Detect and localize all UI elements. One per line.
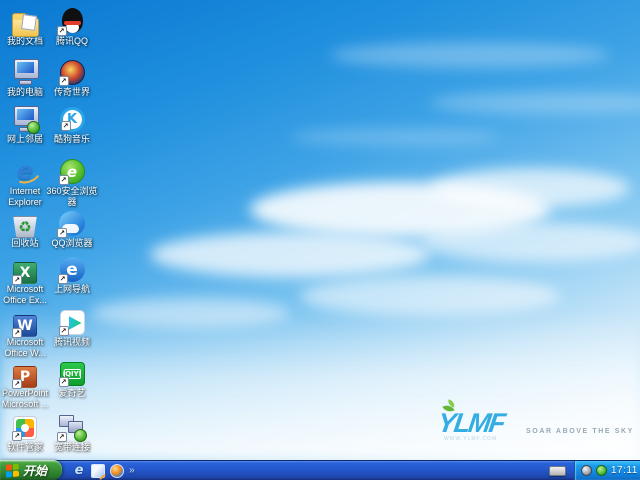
desktop-icon-office-excel[interactable]: X Microsoft Office Ex... [0,254,50,306]
icon-label: 上网导航 [44,284,100,295]
cloud-wisp [290,128,500,146]
qq-penguin-icon [59,8,86,34]
desktop-icon-tencent-qq[interactable]: 腾讯QQ [47,6,97,47]
quick-launch-bar: e » [62,461,141,480]
shortcut-arrow-icon [57,26,67,36]
cloud-wisp [430,92,640,114]
icon-label: 酷狗音乐 [44,134,100,145]
desktop-icon-internet-explorer[interactable]: e Internet Explorer [0,156,50,208]
broadband-connection-icon [59,414,86,440]
iqiyi-icon: iQIYI [60,362,85,386]
quick-launch-media-player-icon[interactable] [110,464,124,478]
shortcut-arrow-icon [57,228,67,238]
quick-launch-overflow-chevron[interactable]: » [129,461,135,480]
web-navigation-icon: e [60,257,85,282]
desktop-icon-kugou-music[interactable]: K 酷狗音乐 [47,104,97,145]
cloud [420,222,640,262]
legend-world-game-icon [60,60,85,85]
desktop-icon-legend-world[interactable]: 传奇世界 [47,57,97,98]
start-button-label: 开始 [23,462,47,479]
windows-flag-icon [6,463,19,477]
word-icon: W [13,315,37,337]
tencent-video-icon [60,310,85,335]
language-bar-icon[interactable] [549,466,566,476]
software-manager-icon [13,416,37,440]
icon-label: QQ浏览器 [44,238,100,249]
taskbar-clock[interactable]: 17:11 [611,465,638,476]
shortcut-arrow-icon [12,379,22,389]
icon-label: 360安全浏览 器 [44,186,100,208]
shortcut-arrow-icon [59,326,69,336]
icon-label: 腾讯视频 [44,337,100,348]
shortcut-arrow-icon [61,121,71,131]
quick-launch-internet-explorer-icon[interactable]: e [72,464,86,478]
desktop-icon-web-navigation[interactable]: e 上网导航 [47,254,97,295]
shortcut-arrow-icon [59,175,69,185]
taskbar: 开始 e » 17:11 [0,460,640,480]
my-documents-icon [12,17,39,37]
desktop-icon-iqiyi[interactable]: iQIYI 爱奇艺 [47,358,97,399]
start-button[interactable]: 开始 [0,460,62,480]
network-places-icon [12,106,39,132]
powerpoint-icon: P [13,366,37,388]
desktop-icon-network-places[interactable]: 网上邻居 [0,104,50,145]
desktop-icon-broadband-connection[interactable]: 宽带连接 [47,412,97,453]
internet-explorer-icon: e [12,158,39,184]
desktop-icon-qq-browser[interactable]: QQ浏览器 [47,208,97,249]
shortcut-arrow-icon [12,275,22,285]
desktop-icon-my-computer[interactable]: 我的电脑 [0,57,50,98]
desktop-icon-tencent-video[interactable]: 腾讯视频 [47,307,97,348]
taskbar-empty-area[interactable] [141,461,549,480]
shortcut-arrow-icon [57,432,67,442]
cloud [150,232,430,277]
system-tray: 17:11 [574,461,640,480]
icon-label: 宽带连接 [44,442,100,453]
tray-icon-1[interactable] [581,465,592,476]
ylmf-wallpaper-logo: YLMF WWW.YLMF.COM SOAR ABOVE THE SKY [438,408,618,450]
icon-label: 腾讯QQ [44,36,100,47]
quick-launch-show-desktop-icon[interactable] [91,464,105,478]
desktop-icon-recycle-bin[interactable]: ♻ 回收站 [0,208,50,249]
icon-label: 传奇世界 [44,87,100,98]
desktop-icon-my-documents[interactable]: 我的文档 [0,6,50,47]
shortcut-arrow-icon [59,76,69,86]
excel-icon: X [13,262,37,284]
shortcut-arrow-icon [59,377,69,387]
desktop-icon-office-powerpoint[interactable]: P PowerPoint Microsoft ... [0,358,50,410]
recycle-bin-icon: ♻ [12,216,39,238]
brand-tagline: SOAR ABOVE THE SKY [526,428,634,435]
kugou-music-icon: K [60,107,85,132]
desktop[interactable]: 我的文档 我的电脑 网上邻居 e Internet Explorer ♻ 回收站… [0,0,640,460]
cloud [430,168,630,208]
brand-text: YLMF [436,408,506,439]
shortcut-arrow-icon [12,431,22,441]
shortcut-arrow-icon [58,274,68,284]
cloud-wisp [330,42,610,68]
icon-label: 爱奇艺 [44,388,100,399]
desktop-icon-software-manager[interactable]: 软件管家 [0,412,50,453]
shortcut-arrow-icon [12,328,22,338]
qq-browser-icon [59,211,85,236]
360-browser-icon: e [60,159,85,184]
desktop-icon-360-browser[interactable]: e 360安全浏览 器 [47,156,97,208]
tray-icon-2[interactable] [596,465,607,476]
desktop-icon-office-word[interactable]: W Microsoft Office W... [0,307,50,359]
my-computer-icon [12,59,39,85]
